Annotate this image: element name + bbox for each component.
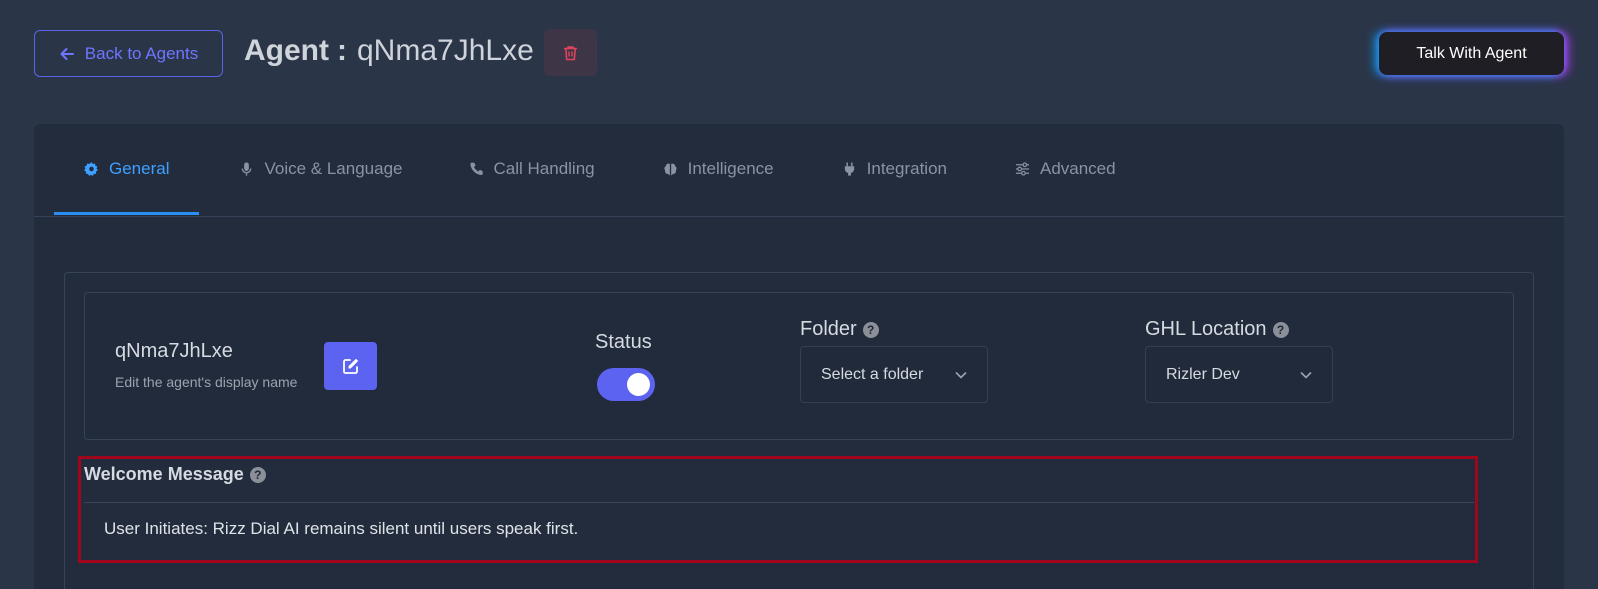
sliders-icon bbox=[1015, 161, 1030, 176]
status-label: Status bbox=[595, 331, 652, 353]
phone-icon bbox=[469, 162, 483, 175]
edit-icon bbox=[342, 358, 358, 374]
folder-label: Folder bbox=[800, 318, 857, 340]
status-toggle[interactable] bbox=[597, 368, 655, 401]
agent-settings-panel: General Voice & Language Call Handling I… bbox=[34, 124, 1564, 589]
back-to-agents-button[interactable]: Back to Agents bbox=[34, 30, 223, 77]
tab-voice-language[interactable]: Voice & Language bbox=[207, 124, 434, 213]
talk-button-label: Talk With Agent bbox=[1416, 44, 1527, 62]
edit-name-button[interactable] bbox=[324, 342, 377, 390]
folder-label-row: Folder ? bbox=[800, 318, 879, 341]
tab-voice-language-label: Voice & Language bbox=[264, 158, 403, 178]
microphone-icon bbox=[242, 161, 252, 176]
welcome-message-help-icon[interactable]: ? bbox=[249, 466, 266, 483]
settings-tabs: General Voice & Language Call Handling I… bbox=[54, 124, 1564, 215]
ghl-location-label-row: GHL Location ? bbox=[1145, 318, 1289, 341]
page-title-separator: : bbox=[337, 34, 347, 67]
page-title-label: Agent bbox=[244, 34, 329, 67]
ghl-location-label: GHL Location bbox=[1145, 318, 1267, 340]
tab-advanced[interactable]: Advanced bbox=[981, 124, 1150, 213]
welcome-message-label: Welcome Message bbox=[84, 464, 244, 484]
talk-with-agent-button[interactable]: Talk With Agent bbox=[1379, 32, 1564, 75]
tab-call-handling-label: Call Handling bbox=[493, 158, 595, 178]
folder-select[interactable]: Select a folder bbox=[800, 346, 988, 403]
folder-select-value: Select a folder bbox=[821, 365, 924, 383]
tab-integration-label: Integration bbox=[866, 158, 947, 178]
back-button-label: Back to Agents bbox=[84, 43, 199, 63]
top-bar: Back to Agents Agent : qNma7JhLxe Talk W… bbox=[0, 0, 1598, 110]
page-title: Agent : qNma7JhLxe bbox=[244, 34, 534, 68]
tab-general-label: General bbox=[109, 158, 170, 178]
agent-id: qNma7JhLxe bbox=[357, 34, 534, 67]
brain-icon bbox=[664, 163, 677, 175]
delete-agent-button[interactable] bbox=[544, 29, 597, 76]
agent-display-name: qNma7JhLxe bbox=[115, 340, 233, 362]
ghl-location-help-icon[interactable]: ? bbox=[1272, 321, 1289, 338]
tab-intelligence-label: Intelligence bbox=[687, 158, 774, 178]
ghl-location-select[interactable]: Rizler Dev bbox=[1145, 346, 1333, 403]
welcome-message-value: User Initiates: Rizz Dial AI remains sil… bbox=[104, 519, 579, 538]
chevron-down-icon bbox=[955, 371, 967, 379]
chevron-down-icon bbox=[1300, 371, 1312, 379]
tab-call-handling[interactable]: Call Handling bbox=[435, 124, 629, 213]
trash-icon bbox=[564, 45, 577, 60]
agent-display-name-hint: Edit the agent's display name bbox=[115, 374, 298, 390]
tab-intelligence[interactable]: Intelligence bbox=[629, 124, 808, 213]
gear-icon bbox=[84, 161, 98, 176]
tabs-divider bbox=[34, 216, 1564, 217]
arrow-left-icon bbox=[60, 47, 74, 60]
tab-integration[interactable]: Integration bbox=[808, 124, 981, 213]
status-toggle-knob bbox=[627, 373, 650, 396]
welcome-message-select[interactable]: User Initiates: Rizz Dial AI remains sil… bbox=[84, 502, 1474, 555]
folder-help-icon[interactable]: ? bbox=[862, 321, 879, 338]
welcome-message-label-row: Welcome Message ? bbox=[84, 464, 266, 485]
tab-advanced-label: Advanced bbox=[1039, 158, 1116, 178]
plug-icon bbox=[844, 161, 854, 176]
tab-general[interactable]: General bbox=[54, 124, 200, 215]
ghl-location-select-value: Rizler Dev bbox=[1166, 365, 1240, 383]
